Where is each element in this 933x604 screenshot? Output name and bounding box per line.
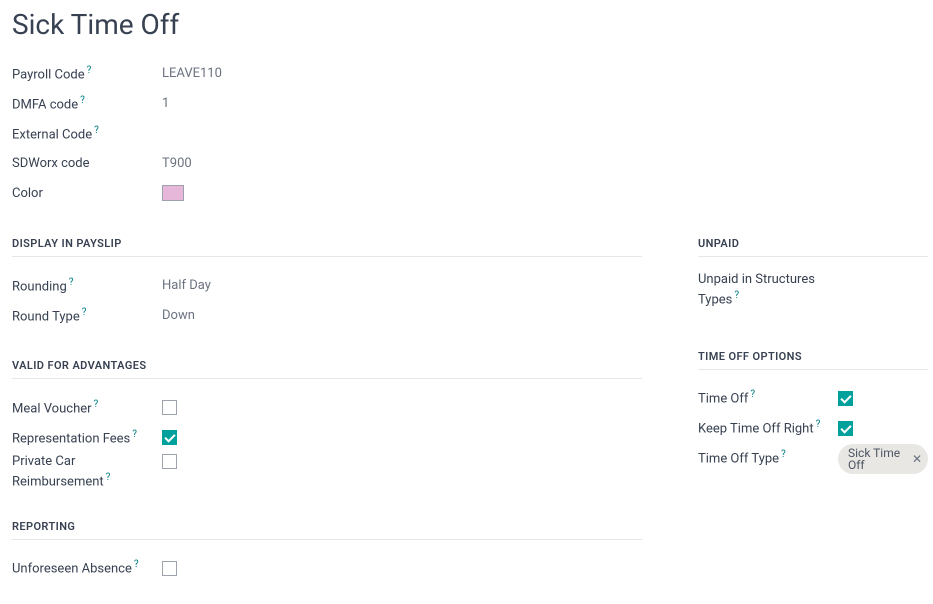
help-icon[interactable]: ?: [734, 290, 739, 301]
time-off-type-label-text: Time Off Type: [698, 452, 779, 467]
page-title: Sick Time Off: [12, 8, 921, 41]
color-value: [162, 185, 184, 203]
field-unforeseen-absence: Unforeseen Absence?: [12, 554, 642, 584]
field-sdworx-code: SDWorx code T900: [12, 149, 642, 179]
private-car-label: Private Car Reimbursement?: [12, 453, 162, 492]
private-car-value: [162, 453, 177, 471]
representation-fees-label-text: Representation Fees: [12, 431, 130, 446]
spacer: [698, 59, 928, 209]
dmfa-code-value[interactable]: 1: [162, 95, 169, 113]
round-type-label-text: Round Type: [12, 309, 80, 324]
help-icon[interactable]: ?: [80, 95, 85, 106]
help-icon[interactable]: ?: [69, 277, 74, 288]
help-icon[interactable]: ?: [87, 65, 92, 76]
unforeseen-absence-checkbox[interactable]: [162, 561, 177, 576]
dmfa-code-label: DMFA code?: [12, 94, 162, 115]
help-icon[interactable]: ?: [106, 472, 111, 483]
time-off-type-label: Time Off Type?: [698, 448, 838, 469]
keep-right-label: Keep Time Off Right?: [698, 418, 838, 439]
round-type-label: Round Type?: [12, 306, 162, 327]
dmfa-code-label-text: DMFA code: [12, 97, 78, 112]
field-keep-right: Keep Time Off Right?: [698, 414, 928, 444]
keep-right-value: [838, 420, 853, 438]
columns: Payroll Code? LEAVE110 DMFA code? 1 Exte…: [12, 59, 921, 584]
unpaid-structures-label-text: Unpaid in Structures Types: [698, 272, 815, 308]
field-round-type: Round Type? Down: [12, 301, 642, 331]
field-dmfa-code: DMFA code? 1: [12, 89, 642, 119]
field-color: Color: [12, 179, 642, 209]
sdworx-code-label: SDWorx code: [12, 155, 162, 173]
external-code-label-text: External Code: [12, 127, 92, 142]
time-off-label: Time Off?: [698, 388, 838, 409]
field-rounding: Rounding? Half Day: [12, 271, 642, 301]
spacer: [698, 310, 928, 322]
field-meal-voucher: Meal Voucher?: [12, 393, 642, 423]
page: Sick Time Off Payroll Code? LEAVE110 DMF…: [0, 0, 933, 604]
rounding-label-text: Rounding: [12, 279, 67, 294]
section-time-off-options: TIME OFF OPTIONS: [698, 350, 928, 370]
field-external-code: External Code?: [12, 119, 642, 149]
right-column: UNPAID Unpaid in Structures Types? TIME …: [698, 59, 928, 474]
help-icon[interactable]: ?: [132, 429, 137, 440]
time-off-checkbox[interactable]: [838, 391, 853, 406]
external-code-label: External Code?: [12, 124, 162, 145]
help-icon[interactable]: ?: [781, 449, 786, 460]
field-representation-fees: Representation Fees?: [12, 423, 642, 453]
payroll-code-value[interactable]: LEAVE110: [162, 65, 222, 83]
left-column: Payroll Code? LEAVE110 DMFA code? 1 Exte…: [12, 59, 642, 584]
private-car-checkbox[interactable]: [162, 454, 177, 469]
keep-right-label-text: Keep Time Off Right: [698, 422, 814, 437]
section-unpaid: UNPAID: [698, 237, 928, 257]
rounding-label: Rounding?: [12, 276, 162, 297]
sdworx-code-value[interactable]: T900: [162, 155, 192, 173]
unforeseen-absence-label: Unforeseen Absence?: [12, 558, 162, 579]
time-off-value: [838, 390, 853, 408]
unforeseen-absence-label-text: Unforeseen Absence: [12, 562, 132, 577]
remove-tag-icon[interactable]: ✕: [912, 453, 922, 465]
section-valid-for-advantages: VALID FOR ADVANTAGES: [12, 359, 642, 379]
section-display-in-payslip: DISPLAY IN PAYSLIP: [12, 237, 642, 257]
help-icon[interactable]: ?: [94, 399, 99, 410]
section-reporting: REPORTING: [12, 520, 642, 540]
keep-right-checkbox[interactable]: [838, 421, 853, 436]
private-car-label-text: Private Car Reimbursement: [12, 454, 104, 490]
color-swatch[interactable]: [162, 185, 184, 201]
meal-voucher-label: Meal Voucher?: [12, 398, 162, 419]
rounding-value[interactable]: Half Day: [162, 277, 211, 295]
help-icon[interactable]: ?: [816, 419, 821, 430]
time-off-type-value: Sick Time Off ✕: [838, 444, 928, 474]
time-off-label-text: Time Off: [698, 392, 748, 407]
field-time-off-type: Time Off Type? Sick Time Off ✕: [698, 444, 928, 474]
sdworx-code-label-text: SDWorx code: [12, 156, 90, 171]
time-off-type-tag-text: Sick Time Off: [848, 447, 906, 471]
unforeseen-absence-value: [162, 560, 177, 578]
payroll-code-label-text: Payroll Code: [12, 67, 85, 82]
representation-fees-checkbox[interactable]: [162, 430, 177, 445]
help-icon[interactable]: ?: [94, 125, 99, 136]
help-icon[interactable]: ?: [82, 307, 87, 318]
payroll-code-label: Payroll Code?: [12, 64, 162, 85]
meal-voucher-label-text: Meal Voucher: [12, 401, 92, 416]
representation-fees-value: [162, 429, 177, 447]
round-type-value[interactable]: Down: [162, 307, 195, 325]
meal-voucher-value: [162, 399, 177, 417]
help-icon[interactable]: ?: [134, 559, 139, 570]
help-icon[interactable]: ?: [750, 389, 755, 400]
meal-voucher-checkbox[interactable]: [162, 400, 177, 415]
color-label: Color: [12, 185, 162, 203]
representation-fees-label: Representation Fees?: [12, 428, 162, 449]
field-unpaid-structures: Unpaid in Structures Types?: [698, 271, 928, 310]
field-private-car: Private Car Reimbursement?: [12, 453, 642, 492]
field-time-off: Time Off?: [698, 384, 928, 414]
time-off-type-tag[interactable]: Sick Time Off ✕: [838, 444, 928, 474]
color-label-text: Color: [12, 186, 43, 201]
field-payroll-code: Payroll Code? LEAVE110: [12, 59, 642, 89]
unpaid-structures-label: Unpaid in Structures Types?: [698, 271, 838, 310]
